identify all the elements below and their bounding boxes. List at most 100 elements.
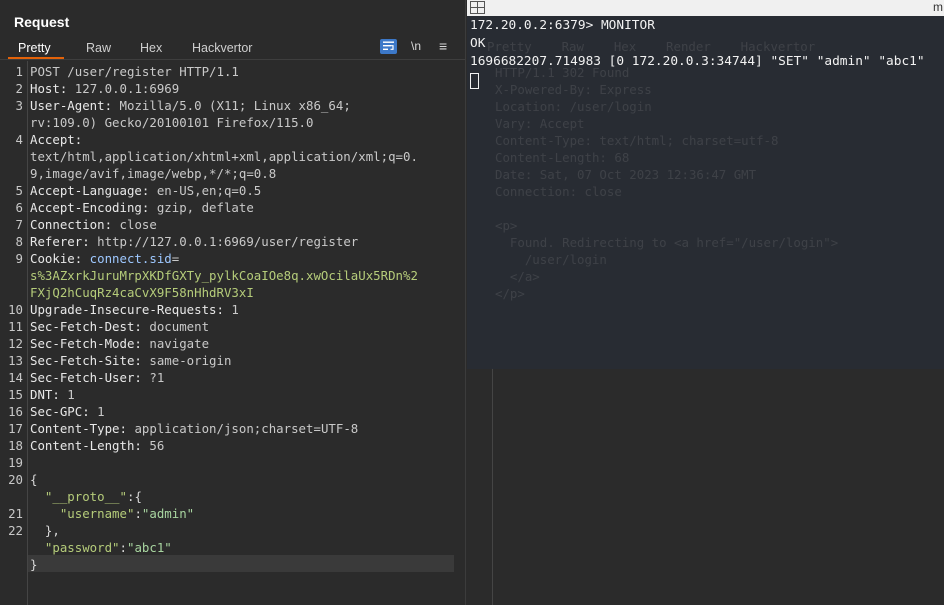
window-split-icon[interactable] bbox=[470, 1, 485, 14]
header-value: en-US,en;q=0.5 bbox=[149, 183, 262, 198]
response-gutter-divider bbox=[492, 368, 493, 605]
gutter-divider bbox=[27, 61, 28, 605]
tab-hackvertor[interactable]: Hackvertor bbox=[192, 41, 252, 55]
cookie-name: connect.sid bbox=[82, 251, 172, 266]
word-wrap-toggle[interactable] bbox=[380, 39, 397, 54]
line-content: Sec-Fetch-Mode: navigate bbox=[30, 335, 209, 352]
line-number: 17 bbox=[8, 421, 23, 436]
terminal-window[interactable]: Pretty Raw Hex Render Hackvertor HTTP/1.1… bbox=[467, 0, 944, 369]
header-value: = bbox=[171, 251, 180, 266]
line-content: Sec-GPC: 1 bbox=[30, 403, 105, 420]
line-content: { bbox=[30, 471, 37, 488]
response-line: X-Powered-By: Express bbox=[495, 82, 652, 97]
line-content: Sec-Fetch-User: ?1 bbox=[30, 369, 164, 386]
json-value: "admin" bbox=[141, 506, 195, 521]
response-line: /user/login bbox=[495, 252, 607, 267]
header-value: text/html,application/xhtml+xml,applicat… bbox=[30, 149, 418, 164]
line-number: 18 bbox=[8, 438, 23, 453]
request-tab-bar: Pretty Raw Hex Hackvertor \n ≡ bbox=[0, 38, 465, 60]
header-name: Host: bbox=[30, 81, 68, 96]
response-line: <p> bbox=[495, 218, 518, 233]
panel-title: Request bbox=[14, 14, 70, 30]
line-content: DNT: 1 bbox=[30, 386, 75, 403]
response-line: Content-Type: text/html; charset=utf-8 bbox=[495, 133, 779, 148]
header-name: Upgrade-Insecure-Requests: bbox=[30, 302, 224, 317]
line-number: 5 bbox=[15, 183, 23, 198]
line-number: 9 bbox=[15, 251, 23, 266]
line-content: Accept-Encoding: gzip, deflate bbox=[30, 199, 254, 216]
line-number: 11 bbox=[8, 319, 23, 334]
line-number: 1 bbox=[15, 64, 23, 79]
menu-icon[interactable]: ≡ bbox=[439, 38, 447, 54]
tab-pretty[interactable]: Pretty bbox=[18, 41, 51, 55]
request-editor[interactable]: 1 POST /user/register HTTP/1.1 2 Host: 127.… bbox=[0, 61, 465, 605]
header-name: Accept-Language: bbox=[30, 183, 150, 198]
header-name: Content-Length: bbox=[30, 438, 142, 453]
header-value: http://127.0.0.1:6969/user/register bbox=[89, 234, 359, 249]
line-content: Content-Length: 56 bbox=[30, 437, 164, 454]
terminal-output-line: OK bbox=[470, 36, 486, 51]
header-value: 127.0.0.1:6969 bbox=[67, 81, 180, 96]
header-value: 9,image/avif,image/webp,*/*;q=0.8 bbox=[30, 166, 277, 181]
line-number: 2 bbox=[15, 81, 23, 96]
tab-hex[interactable]: Hex bbox=[140, 41, 162, 55]
response-line: Connection: close bbox=[495, 184, 622, 199]
line-content: Cookie: connect.sid= bbox=[30, 250, 179, 267]
request-line-text: POST /user/register HTTP/1.1 bbox=[30, 64, 239, 79]
json-key: "__proto__" bbox=[44, 489, 127, 504]
tab-raw[interactable]: Raw bbox=[86, 41, 111, 55]
terminal-cursor bbox=[470, 73, 479, 89]
wrap-lines-icon bbox=[383, 41, 394, 50]
header-name: Sec-Fetch-Site: bbox=[30, 353, 142, 368]
json-punctuation: }, bbox=[44, 523, 60, 538]
line-content: 9,image/avif,image/webp,*/*;q=0.8 bbox=[30, 165, 276, 182]
show-newlines-button[interactable]: \n bbox=[411, 39, 421, 53]
header-name: Cookie: bbox=[30, 251, 83, 266]
json-punctuation: :{ bbox=[126, 489, 142, 504]
line-content: rv:109.0) Gecko/20100101 Firefox/115.0 bbox=[30, 114, 313, 131]
terminal-title: m bbox=[933, 0, 943, 14]
line-number: 6 bbox=[15, 200, 23, 215]
json-key: "password" bbox=[44, 540, 120, 555]
json-value: "abc1" bbox=[127, 540, 172, 555]
response-line: Content-Length: 68 bbox=[495, 150, 630, 165]
line-number: 14 bbox=[8, 370, 23, 385]
header-value: gzip, deflate bbox=[149, 200, 254, 215]
header-name: Connection: bbox=[30, 217, 113, 232]
json-key: "username" bbox=[59, 506, 135, 521]
line-number: 10 bbox=[8, 302, 23, 317]
line-number: 20 bbox=[8, 472, 23, 487]
header-name: Sec-Fetch-Dest: bbox=[30, 319, 142, 334]
line-number: 22 bbox=[8, 523, 23, 538]
line-number: 4 bbox=[15, 132, 23, 147]
response-line: Vary: Accept bbox=[495, 116, 585, 131]
header-name: Referer: bbox=[30, 234, 90, 249]
header-value: 1 bbox=[59, 387, 75, 402]
terminal-monitor-line: 1696682207.714983 [0 172.20.0.3:34744] "… bbox=[470, 54, 925, 69]
line-content: Sec-Fetch-Dest: document bbox=[30, 318, 209, 335]
line-number: 7 bbox=[15, 217, 23, 232]
terminal-titlebar[interactable]: m bbox=[467, 0, 944, 16]
response-line: </a> bbox=[495, 269, 540, 284]
response-line: Location: /user/login bbox=[495, 99, 652, 114]
line-content: Content-Type: application/json;charset=U… bbox=[30, 420, 358, 437]
header-value: 1 bbox=[223, 302, 239, 317]
terminal-prompt-line: 172.20.0.2:6379> MONITOR bbox=[470, 18, 655, 33]
header-value: close bbox=[112, 217, 157, 232]
line-content: "username":"admin" bbox=[30, 505, 194, 522]
header-value: navigate bbox=[141, 336, 210, 351]
header-name: Sec-GPC: bbox=[30, 404, 90, 419]
header-value: ?1 bbox=[141, 370, 165, 385]
json-punctuation: : bbox=[134, 506, 142, 521]
line-content: "password":"abc1" bbox=[30, 539, 172, 556]
json-punctuation: : bbox=[119, 540, 127, 555]
header-name: User-Agent: bbox=[30, 98, 113, 113]
line-content: User-Agent: Mozilla/5.0 (X11; Linux x86_… bbox=[30, 97, 351, 114]
response-line: Found. Redirecting to <a href="/user/log… bbox=[495, 235, 839, 250]
line-number: 21 bbox=[8, 506, 23, 521]
line-content: Upgrade-Insecure-Requests: 1 bbox=[30, 301, 239, 318]
line-number: 3 bbox=[15, 98, 23, 113]
